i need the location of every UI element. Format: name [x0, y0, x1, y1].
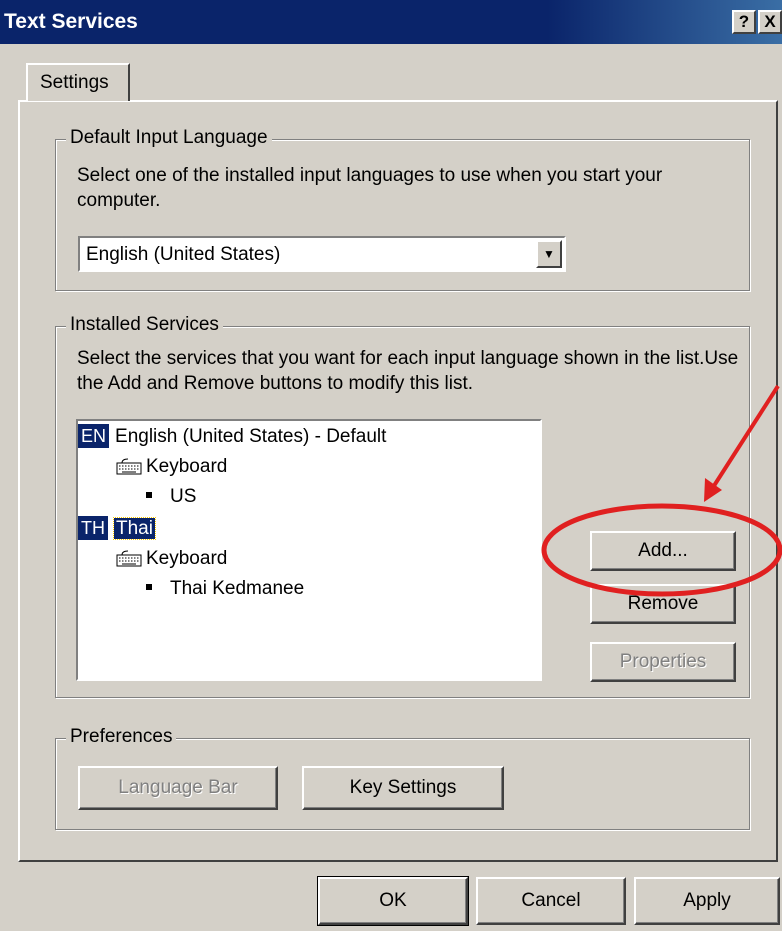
add-button-label: Add...	[638, 540, 688, 561]
cancel-button[interactable]: Cancel	[476, 877, 626, 925]
title-bar: Text Services ? X	[0, 0, 782, 44]
ok-button-label: OK	[379, 890, 407, 911]
default-input-language-description: Select one of the installed input langua…	[77, 165, 663, 211]
keyboard-icon	[116, 458, 142, 475]
installed-services-description: Select the services that you want for ea…	[77, 348, 739, 394]
tree-item-label: Thai	[113, 517, 156, 540]
tree-item-thai[interactable]: TH Thai	[78, 516, 156, 540]
tree-item-label: Keyboard	[146, 456, 228, 477]
remove-button-label: Remove	[627, 593, 699, 614]
default-input-language-value: English (United States)	[86, 244, 281, 265]
tree-item-layout-thai-kedmanee[interactable]: Thai Kedmanee	[146, 578, 304, 600]
default-input-language-select[interactable]: English (United States) ▼	[78, 236, 566, 272]
installed-services-list[interactable]: EN English (United States) - Default Keyb…	[76, 419, 542, 681]
cancel-button-label: Cancel	[521, 890, 581, 911]
preferences-legend: Preferences	[66, 726, 177, 748]
add-button[interactable]: Add...	[590, 531, 736, 571]
chevron-down-icon[interactable]: ▼	[536, 240, 562, 268]
tree-item-keyboard[interactable]: Keyboard	[116, 456, 227, 478]
properties-button-label: Properties	[619, 651, 707, 672]
ok-button[interactable]: OK	[317, 876, 469, 926]
key-settings-button-label: Key Settings	[349, 777, 457, 798]
tree-item-keyboard[interactable]: Keyboard	[116, 548, 227, 570]
apply-button[interactable]: Apply	[634, 877, 780, 925]
bullet-icon	[146, 492, 152, 499]
default-input-language-legend: Default Input Language	[66, 127, 272, 149]
tree-item-english[interactable]: EN English (United States) - Default	[78, 424, 386, 448]
language-bar-button-label: Language Bar	[118, 777, 238, 798]
apply-button-label: Apply	[683, 890, 731, 911]
language-badge: EN	[78, 424, 110, 448]
bullet-icon	[146, 584, 152, 591]
language-bar-button[interactable]: Language Bar	[78, 766, 278, 810]
properties-button[interactable]: Properties	[590, 642, 736, 682]
tab-settings-label: Settings	[40, 72, 109, 93]
tree-item-layout-us[interactable]: US	[146, 486, 196, 508]
remove-button[interactable]: Remove	[590, 584, 736, 624]
close-button[interactable]: X	[758, 10, 782, 34]
installed-services-legend: Installed Services	[66, 314, 223, 336]
help-button[interactable]: ?	[732, 10, 756, 34]
tree-item-label: English (United States) - Default	[115, 426, 387, 447]
window-title: Text Services	[4, 10, 138, 33]
keyboard-icon	[116, 550, 142, 567]
tree-item-label: Thai Kedmanee	[170, 578, 305, 599]
tree-item-label: US	[170, 486, 197, 507]
tree-item-label: Keyboard	[146, 548, 228, 569]
key-settings-button[interactable]: Key Settings	[302, 766, 504, 810]
tab-settings[interactable]: Settings	[26, 63, 130, 101]
language-badge: TH	[78, 516, 108, 540]
